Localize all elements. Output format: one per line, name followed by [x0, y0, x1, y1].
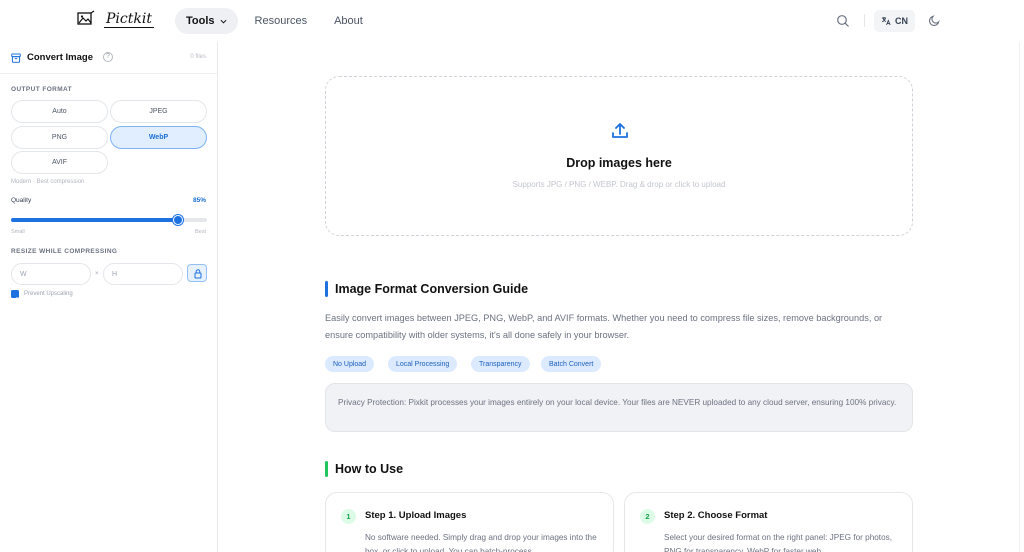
quality-slider-fill: [11, 218, 178, 222]
dimension-separator: ×: [95, 271, 99, 277]
archive-box-icon: [11, 53, 21, 63]
nav-resources-link[interactable]: Resources: [255, 15, 308, 27]
width-input[interactable]: W: [11, 263, 91, 285]
step-title: Step 2. Choose Format: [664, 510, 768, 521]
language-switch-button[interactable]: CN: [874, 10, 915, 32]
privacy-notice: Privacy Protection: Pixkit processes you…: [325, 383, 913, 432]
slider-max-label: Best: [194, 229, 206, 235]
format-png-button[interactable]: PNG: [11, 126, 108, 149]
step-description: Select your desired format on the right …: [664, 533, 893, 552]
sidebar-title: Convert Image: [27, 52, 93, 63]
logo-text: Pictkit: [104, 10, 154, 28]
format-hint: Modern · Best compression: [11, 179, 85, 185]
file-count: 0 files: [190, 54, 206, 60]
prevent-upscaling-label: Prevent Upscaling: [24, 291, 73, 297]
guide-heading: Image Format Conversion Guide: [335, 282, 529, 296]
main-nav: Tools Resources About: [175, 8, 363, 34]
tag-local-processing: Local Processing: [388, 356, 458, 372]
guide-heading-bar: [325, 281, 328, 297]
prevent-upscaling-checkbox[interactable]: [11, 290, 19, 302]
format-auto-button[interactable]: Auto: [11, 100, 108, 123]
tag-no-upload: No Upload: [325, 356, 375, 372]
translate-icon: [882, 17, 891, 26]
quality-slider-thumb[interactable]: [172, 215, 183, 225]
lock-icon: [194, 269, 202, 279]
guide-paragraph: Easily convert images between JPEG, PNG,…: [325, 313, 883, 340]
search-icon[interactable]: [836, 14, 850, 28]
nav-about-link[interactable]: About: [334, 15, 363, 27]
sidebar-header: Convert Image ? 0 files: [0, 42, 217, 74]
quality-slider[interactable]: [11, 215, 207, 225]
convert-sidebar: Convert Image ? 0 files OUTPUT FORMAT Au…: [0, 42, 218, 552]
dark-mode-moon-icon[interactable]: [928, 14, 941, 27]
output-format-label: OUTPUT FORMAT: [11, 86, 73, 93]
upload-icon: [612, 123, 628, 138]
tag-batch-convert: Batch Convert: [541, 356, 602, 372]
chevron-down-icon: [220, 19, 227, 24]
step-description: No software needed. Simply drag and drop…: [365, 533, 597, 552]
image-logo-icon: [77, 10, 95, 25]
top-nav-bar: Pictkit Tools Resources About CN: [0, 0, 1024, 42]
tag-transparency: Transparency: [471, 356, 530, 372]
step-title: Step 1. Upload Images: [365, 510, 467, 521]
step-card: 2 Step 2. Choose Format Select your desi…: [624, 492, 913, 552]
format-jpeg-button[interactable]: JPEG: [110, 100, 207, 123]
checkmark-icon: [12, 296, 18, 302]
header-divider: [864, 14, 865, 27]
language-label: CN: [895, 16, 908, 26]
help-icon[interactable]: ?: [103, 52, 113, 62]
howto-heading-bar: [325, 461, 328, 477]
drop-zone-title: Drop images here: [566, 156, 672, 170]
step-card: 1 Step 1. Upload Images No software need…: [325, 492, 614, 552]
resize-label: RESIZE WHILE COMPRESSING: [11, 248, 118, 255]
nav-tools-label: Tools: [186, 15, 215, 27]
height-input[interactable]: H: [103, 263, 183, 285]
format-webp-button[interactable]: WebP: [110, 126, 207, 149]
nav-tools-dropdown[interactable]: Tools: [175, 8, 238, 34]
step-number: 2: [640, 509, 655, 524]
drop-zone-subtitle: Supports JPG / PNG / WEBP. Drag & drop o…: [512, 180, 726, 189]
format-avif-button[interactable]: AVIF: [11, 151, 108, 174]
logo[interactable]: Pictkit: [76, 9, 154, 29]
step-number: 1: [341, 509, 356, 524]
quality-value: 85%: [192, 197, 206, 204]
image-drop-zone[interactable]: Drop images here Supports JPG / PNG / WE…: [325, 76, 913, 236]
aspect-lock-button[interactable]: [187, 264, 207, 282]
quality-label: Quality: [11, 197, 32, 204]
howto-heading: How to Use: [335, 462, 404, 476]
page-scrollbar[interactable]: [1019, 42, 1020, 552]
slider-min-label: Small: [11, 229, 25, 235]
